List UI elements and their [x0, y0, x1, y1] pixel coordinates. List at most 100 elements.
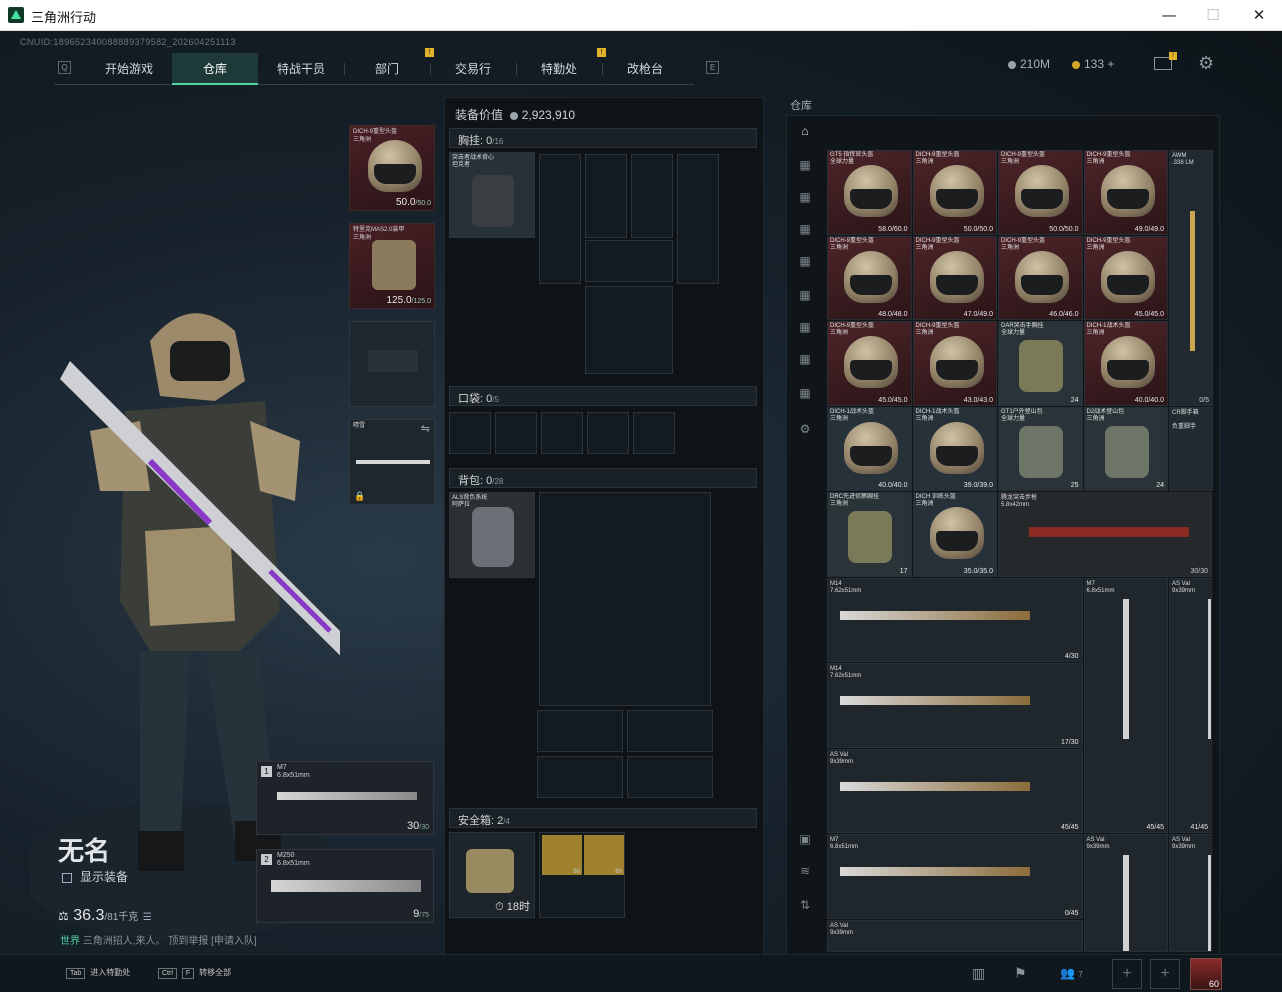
friends-button[interactable]: 👥 7: [1060, 966, 1083, 980]
category-icon[interactable]: ▦: [795, 158, 815, 178]
nav-prev-key[interactable]: Q: [58, 61, 71, 74]
category-icon[interactable]: ▦: [795, 352, 815, 372]
category-icon[interactable]: ▦: [795, 288, 815, 308]
avatar[interactable]: 60: [1190, 958, 1222, 990]
gun-item[interactable]: AS Val 9x39mm: [1083, 834, 1168, 952]
category-icon[interactable]: ▦: [795, 222, 815, 242]
layers-icon[interactable]: ≋: [795, 864, 815, 884]
stats-icon[interactable]: ▥: [972, 965, 985, 982]
helmet-slot[interactable]: DICH-9重型头盔 三角洲 50.0/50.0: [349, 125, 435, 211]
warehouse-item[interactable]: DICH-1战术头盔 三角洲 40.0/40.0: [827, 406, 912, 491]
warehouse-item[interactable]: DICH 训练头盔 三角洲 35.0/35.0: [912, 492, 997, 577]
tab-special-ops[interactable]: 特勤处!: [516, 48, 606, 85]
ammo-box[interactable]: 60: [584, 835, 624, 875]
list-icon[interactable]: ☰: [143, 912, 152, 923]
melee-slot[interactable]: 晴雪 ⇋ 🔒: [349, 419, 435, 505]
grid-cell[interactable]: [537, 756, 623, 798]
warehouse-item[interactable]: GT5 指挥官头盔 全球力量 58.0/60.0: [827, 150, 912, 235]
tab-warehouse[interactable]: 仓库: [172, 53, 258, 85]
warehouse-item[interactable]: DICH-9重型头盔 三角洲 45.0/45.0: [1083, 235, 1168, 320]
gear-icon[interactable]: ⚙: [1198, 53, 1214, 74]
pistol-slot[interactable]: [349, 321, 435, 407]
backpack-item[interactable]: ALS背负系统 阿萨拉: [449, 492, 535, 578]
rifle-item[interactable]: 腾龙突击步枪 5.8x42mm 30/30: [998, 492, 1212, 577]
grid-cell[interactable]: [631, 154, 673, 238]
show-equipment-toggle[interactable]: 显示装备: [62, 868, 128, 885]
swap-icon[interactable]: ⇋: [421, 422, 430, 435]
storage-icon[interactable]: ▣: [795, 832, 815, 852]
grid-cell[interactable]: [585, 286, 673, 374]
warehouse-item[interactable]: DICH-9重型头盔 三角洲 47.0/49.0: [912, 235, 997, 320]
tab-trading[interactable]: 交易行: [430, 53, 516, 85]
pocket-cell[interactable]: [633, 412, 675, 454]
add-teammate-button[interactable]: +: [1112, 959, 1142, 989]
transfer-all-hint[interactable]: Ctrl F 转移全部: [158, 967, 231, 979]
category-icon[interactable]: ▦: [795, 190, 815, 210]
warehouse-item[interactable]: GT1户外登山包 全球力量 25: [998, 406, 1083, 491]
add-teammate-button[interactable]: +: [1150, 959, 1180, 989]
warehouse-item[interactable]: DICH-9重型头盔 三角洲 46.0/46.0: [998, 235, 1083, 320]
settings-icon[interactable]: ⚙: [795, 422, 815, 442]
warehouse-home-icon[interactable]: ⌂: [795, 124, 815, 144]
warehouse-item[interactable]: DICH-9重型头盔 三角洲 45.0/45.0: [827, 321, 912, 406]
pocket-cell[interactable]: [587, 412, 629, 454]
join-team-link[interactable]: [申请入队]: [211, 936, 257, 947]
pocket-cell[interactable]: [541, 412, 583, 454]
warehouse-item[interactable]: DICH-1战术头盔 三角洲 40.0/40.0: [1083, 321, 1168, 406]
warehouse-item[interactable]: DICH-9重型头盔 三角洲 48.0/48.0: [827, 235, 912, 320]
category-icon[interactable]: ▦: [795, 320, 815, 340]
grid-cell[interactable]: [539, 154, 581, 284]
awm-item[interactable]: AWM .338 LM 0/5: [1169, 150, 1213, 406]
tab-operators[interactable]: 特战干员: [258, 53, 344, 85]
gun-item[interactable]: AS Val 9x39mm 41/45: [1169, 577, 1212, 833]
gun-item[interactable]: AS Val 9x39mm 45/45: [827, 748, 1083, 833]
gun-item[interactable]: M7 6.8x51mm 0/45: [827, 834, 1083, 919]
weapon-slot-2[interactable]: 2 M250 6.8x51mm 9/75: [256, 849, 434, 923]
warehouse-item[interactable]: D2战术登山包 三角洲 24: [1083, 406, 1168, 491]
enter-special-ops-hint[interactable]: Tab 进入特勤处: [66, 967, 130, 979]
grid-cell[interactable]: [585, 154, 627, 238]
category-icon[interactable]: ▦: [795, 386, 815, 406]
ammo-box[interactable]: 60: [542, 835, 582, 875]
grid-cell[interactable]: [537, 710, 623, 752]
minimize-button[interactable]: —: [1146, 0, 1192, 31]
pocket-cell[interactable]: [495, 412, 537, 454]
warehouse-item[interactable]: DICH-9重型头盔 三角洲 43.0/43.0: [912, 321, 997, 406]
warehouse-item[interactable]: DICH-9重型头盔 三角洲 50.0/50.0: [912, 150, 997, 235]
warehouse-item[interactable]: DICH-9重型头盔 三角洲 49.0/49.0: [1083, 150, 1168, 235]
close-button[interactable]: ✕: [1236, 0, 1282, 31]
warehouse-item[interactable]: DICH-9重型头盔 三角洲 50.0/50.0: [998, 150, 1083, 235]
mail-icon[interactable]: !: [1154, 52, 1177, 70]
cr-item[interactable]: CR脚手箱 负重脚手: [1169, 406, 1213, 491]
category-icon[interactable]: ▦: [795, 254, 815, 274]
grid-cell[interactable]: [585, 240, 673, 282]
tab-start-game[interactable]: 开始游戏: [86, 53, 172, 85]
grid-cell[interactable]: [627, 756, 713, 798]
warehouse-item[interactable]: DRC先进侦察胸挂 三角洲 17: [827, 492, 912, 577]
tab-gunsmith[interactable]: 改枪台: [602, 53, 688, 85]
safebox-item[interactable]: ⏱ 18时: [449, 832, 535, 918]
warehouse-item[interactable]: DICH-1战术头盔 三角洲 39.0/39.0: [912, 406, 997, 491]
gun-item[interactable]: AS Val 9x39mm: [827, 919, 1083, 952]
armor-slot[interactable]: 特里克MAS2.0装甲 三角洲 125.0/125.0: [349, 223, 435, 309]
nav-next-key[interactable]: E: [706, 61, 719, 74]
weapon-slot-1[interactable]: 1 M7 6.8x51mm 30/30: [256, 761, 434, 835]
grid-cell[interactable]: [677, 154, 719, 284]
grid-cell[interactable]: [539, 492, 711, 706]
add-coupon-button[interactable]: +: [1107, 57, 1114, 71]
gun-item[interactable]: M7 6.8x51mm 45/45: [1083, 577, 1168, 833]
gun-item[interactable]: AS Val 9x39mm: [1169, 834, 1212, 952]
chest-rig-item[interactable]: 突击者战术背心 坦克者: [449, 152, 535, 238]
gun-item[interactable]: M14 7.62x51mm 4/30: [827, 577, 1083, 662]
gun-item[interactable]: M14 7.62x51mm 17/30: [827, 663, 1083, 748]
warehouse-item[interactable]: DAR突击手胸挂 全球力量 24: [998, 321, 1083, 406]
sort-icon[interactable]: ⇅: [795, 898, 815, 918]
checkbox[interactable]: [62, 872, 72, 883]
grid-cell[interactable]: [627, 710, 713, 752]
coupon-display[interactable]: 133 +: [1072, 57, 1114, 71]
tab-department[interactable]: 部门!: [344, 48, 434, 85]
pocket-cell[interactable]: [449, 412, 491, 454]
ctrl-key: Ctrl: [158, 968, 177, 979]
maximize-button[interactable]: ☐: [1190, 0, 1236, 31]
flag-icon[interactable]: ⚑: [1014, 965, 1027, 982]
